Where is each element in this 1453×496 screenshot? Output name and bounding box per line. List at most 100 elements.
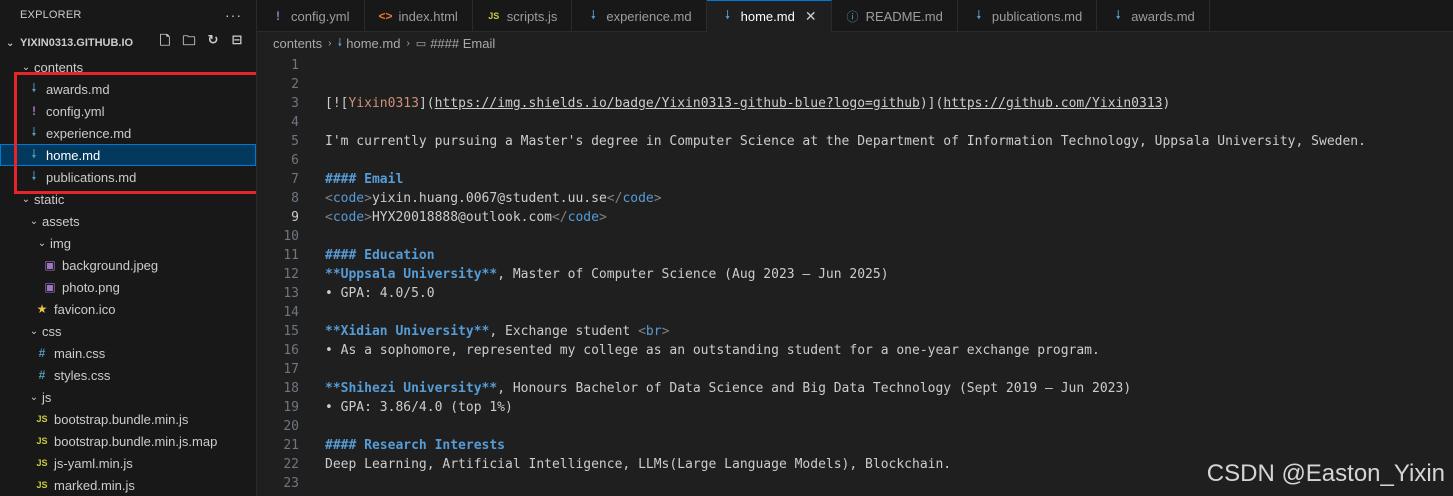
line-number: 21 (283, 438, 299, 453)
code-line[interactable]: 16 • As a sophomore, represented my colle… (257, 341, 1453, 360)
chevron-down-icon: ⌄ (21, 193, 31, 205)
tree-folder[interactable]: ⌄ assets (0, 210, 256, 232)
tree-file[interactable]: ▣ photo.png (0, 276, 256, 298)
code-text: #### Research Interests (325, 436, 505, 455)
code-editor[interactable]: 1 2 3 [![Yixin0313](https://img.shields.io/… (257, 54, 1453, 496)
tab-publications-md[interactable]: 🠗 publications.md (958, 0, 1098, 32)
code-token: < (638, 324, 646, 339)
code-line[interactable]: 13 • GPA: 4.0/5.0 (257, 284, 1453, 303)
code-text: Deep Learning, Artificial Intelligence, … (325, 455, 951, 474)
tree-item-label: bootstrap.bundle.min.js (54, 411, 189, 427)
collapse-all-icon[interactable]: ⊟ (228, 32, 246, 54)
tab-scripts-js[interactable]: JS scripts.js (473, 0, 573, 32)
tree-file[interactable]: # main.css (0, 342, 256, 364)
image-icon: ▣ (44, 280, 56, 294)
tree-folder[interactable]: ⌄ css (0, 320, 256, 342)
line-number: 1 (291, 58, 299, 73)
code-line[interactable]: 6 (257, 151, 1453, 170)
tree-item-label: contents (34, 59, 84, 75)
tree-file[interactable]: 🠗 home.md (0, 144, 256, 166)
tab-index-html[interactable]: <> index.html (365, 0, 473, 32)
code-line[interactable]: 14 (257, 303, 1453, 322)
tree-file[interactable]: JS bootstrap.bundle.min.js (0, 408, 256, 430)
line-number: 10 (283, 229, 299, 244)
tree-file[interactable]: # styles.css (0, 364, 256, 386)
tree-file[interactable]: JS js-yaml.min.js (0, 452, 256, 474)
javascript-icon: JS (36, 458, 48, 468)
code-token: > (364, 191, 372, 206)
code-token: yixin.huang.0067@student.uu.se (371, 191, 607, 206)
tab-readme-md[interactable]: ⓘ README.md (832, 0, 958, 32)
yaml-icon: ! (276, 9, 280, 23)
tree-item-label: bootstrap.bundle.min.js.map (54, 433, 218, 449)
chevron-down-icon: ⌄ (29, 215, 39, 227)
close-icon[interactable]: ✕ (805, 8, 817, 25)
code-line[interactable]: 4 (257, 113, 1453, 132)
new-folder-icon[interactable]: 🗀 (180, 32, 198, 54)
tree-file[interactable]: 🠗 experience.md (0, 122, 256, 144)
breadcrumb: contents › 🠗 home.md › ▭ #### Email (257, 32, 1453, 54)
breadcrumb-symbol[interactable]: #### Email (430, 36, 495, 51)
code-line[interactable]: 1 (257, 56, 1453, 75)
new-file-icon[interactable]: 🗋 (156, 32, 174, 54)
tree-file[interactable]: JS bootstrap.bundle.min.js.map (0, 430, 256, 452)
tree-item-label: publications.md (46, 169, 137, 185)
tree-item-label: js (42, 389, 52, 405)
tree-folder[interactable]: ⌄ contents (0, 56, 256, 78)
tree-folder[interactable]: ⌄ img (0, 232, 256, 254)
code-token: • As a sophomore, represented my college… (325, 343, 1100, 358)
code-line[interactable]: 10 (257, 227, 1453, 246)
code-text: #### Education (325, 246, 435, 265)
code-line[interactable]: 12 **Uppsala University**, Master of Comp… (257, 265, 1453, 284)
tab-experience-md[interactable]: 🠗 experience.md (572, 0, 707, 32)
refresh-icon[interactable]: ↻ (204, 32, 222, 54)
explorer-actions: 🗋 🗀 ↻ ⊟ (156, 32, 256, 54)
tree-file[interactable]: ▣ background.jpeg (0, 254, 256, 276)
tree-folder[interactable]: ⌄ js (0, 386, 256, 408)
code-line[interactable]: 17 (257, 360, 1453, 379)
tree-item-label: css (42, 323, 62, 339)
breadcrumb-folder[interactable]: contents (273, 36, 322, 51)
tree-item-label: main.css (54, 345, 106, 361)
explorer-sidebar: EXPLORER ··· ⌄ YIXIN0313.GITHUB.IO 🗋 🗀 ↻… (0, 0, 257, 496)
code-line[interactable]: 7 #### Email (257, 170, 1453, 189)
tab-home-md[interactable]: 🠗 home.md ✕ (706, 0, 832, 32)
tab-awards-md[interactable]: 🠗 awards.md (1097, 0, 1210, 32)
tree-folder[interactable]: ⌄ static (0, 188, 256, 210)
code-token: > (598, 210, 607, 225)
code-line[interactable]: 20 (257, 417, 1453, 436)
code-line[interactable]: 15 **Xidian University**, Exchange studen… (257, 322, 1453, 341)
code-line[interactable]: 19 • GPA: 3.86/4.0 (top 1%) (257, 398, 1453, 417)
code-line[interactable]: 8 <code>yixin.huang.0067@student.uu.se</c… (257, 189, 1453, 208)
tree-file[interactable]: ★ favicon.ico (0, 298, 256, 320)
more-actions-icon[interactable]: ··· (225, 7, 242, 23)
code-token: </ (551, 210, 568, 225)
code-token: • GPA: 4.0/5.0 (325, 286, 435, 301)
project-folder-row[interactable]: ⌄ YIXIN0313.GITHUB.IO 🗋 🗀 ↻ ⊟ (0, 30, 256, 56)
tree-file[interactable]: JS marked.min.js (0, 474, 256, 496)
tab-label: index.html (398, 8, 458, 24)
breadcrumb-file[interactable]: home.md (346, 36, 400, 51)
code-line[interactable]: 3 [![Yixin0313](https://img.shields.io/ba… (257, 94, 1453, 113)
tab-config-yml[interactable]: ! config.yml (257, 0, 365, 32)
code-line[interactable]: 2 (257, 75, 1453, 94)
line-number: 11 (283, 248, 299, 263)
code-line[interactable]: 11 #### Education (257, 246, 1453, 265)
markdown-icon: 🠗 (590, 7, 596, 22)
line-number: 16 (283, 343, 299, 358)
tree-file[interactable]: 🠗 awards.md (0, 78, 256, 100)
code-token: [![ (325, 96, 349, 111)
code-line[interactable]: 9 <code>HYX20018888@outlook.com</code> (257, 208, 1453, 227)
code-line[interactable]: 18 **Shihezi University**, Honours Bachel… (257, 379, 1453, 398)
code-token: code (567, 210, 599, 225)
tree-file[interactable]: 🠗 publications.md (0, 166, 256, 188)
line-number: 7 (291, 172, 299, 187)
code-text: [![Yixin0313](https://img.shields.io/bad… (325, 94, 1170, 113)
code-line[interactable]: 5 I'm currently pursuing a Master's degre… (257, 132, 1453, 151)
tree-file[interactable]: ! config.yml (0, 100, 256, 122)
line-number: 14 (283, 305, 299, 320)
code-token: #### Research Interests (325, 438, 506, 453)
code-line[interactable]: 21 #### Research Interests (257, 436, 1453, 455)
css-icon: # (38, 346, 46, 360)
code-token: > (364, 210, 372, 225)
